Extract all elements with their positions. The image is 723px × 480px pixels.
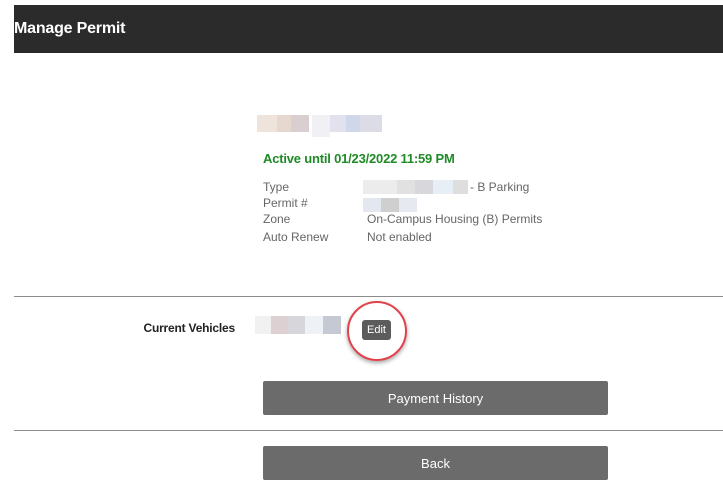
detail-label-type: Type (263, 180, 290, 194)
redacted-type (363, 180, 468, 194)
detail-label-auto-renew: Auto Renew (263, 230, 329, 244)
highlight-circle (347, 301, 407, 361)
redacted-name (257, 115, 382, 137)
detail-value-type: - B Parking (470, 180, 530, 194)
permit-status: Active until 01/23/2022 11:59 PM (263, 151, 455, 166)
payment-history-button[interactable]: Payment History (263, 381, 608, 415)
redacted-permit-number (363, 198, 417, 212)
back-button[interactable]: Back (263, 446, 608, 480)
redacted-vehicle (255, 316, 341, 334)
detail-value-auto-renew: Not enabled (367, 230, 432, 244)
detail-label-permit-number: Permit # (263, 196, 308, 210)
detail-value-zone: On-Campus Housing (B) Permits (367, 212, 543, 226)
page-header: Manage Permit (14, 5, 723, 53)
page-title: Manage Permit (14, 20, 126, 37)
current-vehicles-label: Current Vehicles (143, 321, 235, 335)
section-divider-bottom (14, 430, 723, 431)
detail-label-zone: Zone (263, 212, 291, 226)
section-divider-top (14, 296, 723, 297)
